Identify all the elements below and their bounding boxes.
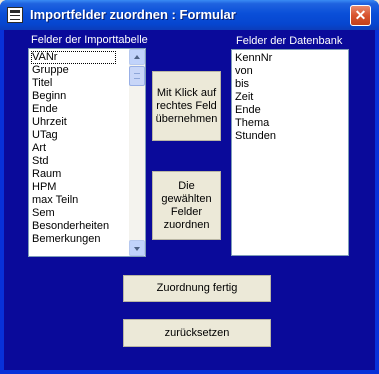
import-field-list-item[interactable]: Uhrzeit bbox=[31, 116, 127, 129]
import-field-list-item[interactable]: HPM bbox=[31, 181, 127, 194]
form-icon bbox=[7, 7, 23, 23]
import-field-list-item[interactable]: Bemerkungen bbox=[31, 233, 127, 246]
arrow-down-icon[interactable] bbox=[129, 240, 145, 256]
title-bar[interactable]: Importfelder zuordnen : Formular ✕ bbox=[0, 0, 379, 30]
database-fields-items: KennNr von bis Zeit Ende Thema Stunden bbox=[234, 52, 346, 143]
import-field-list-item[interactable]: Raum bbox=[31, 168, 127, 181]
take-field-button[interactable]: Mit Klick auf rechtes Feld übernehmen bbox=[152, 71, 221, 141]
close-button[interactable]: ✕ bbox=[350, 5, 371, 26]
import-fields-scrollbar[interactable] bbox=[129, 49, 145, 256]
import-field-list-item[interactable]: Art bbox=[31, 142, 127, 155]
window-title: Importfelder zuordnen : Formular bbox=[30, 7, 236, 22]
import-field-list-item[interactable]: max Teiln bbox=[31, 194, 127, 207]
database-field-list-item[interactable]: Zeit bbox=[234, 91, 346, 104]
assign-fields-button[interactable]: Die gewählten Felder zuordnen bbox=[152, 171, 221, 240]
database-field-list-item[interactable]: von bbox=[234, 65, 346, 78]
scroll-thumb[interactable] bbox=[129, 66, 145, 86]
import-fields-label: Felder der Importtabelle bbox=[31, 34, 148, 46]
form-body: Felder der Importtabelle Felder der Date… bbox=[4, 30, 375, 370]
arrow-up-icon[interactable] bbox=[129, 49, 145, 65]
import-field-list-item[interactable]: Sem bbox=[31, 207, 127, 220]
database-field-list-item[interactable]: Ende bbox=[234, 104, 346, 117]
database-fields-listbox[interactable]: KennNr von bis Zeit Ende Thema Stunden bbox=[231, 49, 349, 256]
import-field-list-item[interactable]: Ende bbox=[31, 103, 127, 116]
done-label: Zuordnung fertig bbox=[156, 282, 238, 294]
reset-label: zurücksetzen bbox=[164, 326, 230, 339]
database-field-list-item[interactable]: Stunden bbox=[234, 130, 346, 143]
database-field-list-item[interactable]: bis bbox=[234, 78, 346, 91]
import-field-list-item[interactable]: UTag bbox=[31, 129, 127, 142]
assign-fields-label: Die gewählten Felder zuordnen bbox=[161, 179, 212, 231]
import-field-list-item[interactable]: Std bbox=[31, 155, 127, 168]
import-field-list-item[interactable]: VANr bbox=[31, 51, 116, 64]
done-button[interactable]: Zuordnung fertig bbox=[123, 275, 271, 302]
import-field-list-item[interactable]: Gruppe bbox=[31, 64, 127, 77]
import-field-list-item[interactable]: Beginn bbox=[31, 90, 127, 103]
database-fields-label: Felder der Datenbank bbox=[236, 35, 343, 47]
take-field-label: Mit Klick auf rechtes Feld übernehmen bbox=[155, 86, 218, 125]
import-field-list-item[interactable]: Besonderheiten bbox=[31, 220, 127, 233]
import-fields-items: VANr Gruppe Titel Beginn Ende Uhrzeit UTag Art S… bbox=[31, 51, 127, 246]
close-icon: ✕ bbox=[354, 7, 367, 23]
form-window: Importfelder zuordnen : Formular ✕ Felde… bbox=[0, 0, 379, 374]
reset-button[interactable]: zurücksetzen bbox=[123, 319, 271, 347]
import-fields-listbox[interactable]: VANr Gruppe Titel Beginn Ende Uhrzeit UTag Art S… bbox=[28, 48, 146, 257]
import-field-list-item[interactable]: Titel bbox=[31, 77, 127, 90]
database-field-list-item[interactable]: Thema bbox=[234, 117, 346, 130]
database-field-list-item[interactable]: KennNr bbox=[234, 52, 346, 65]
